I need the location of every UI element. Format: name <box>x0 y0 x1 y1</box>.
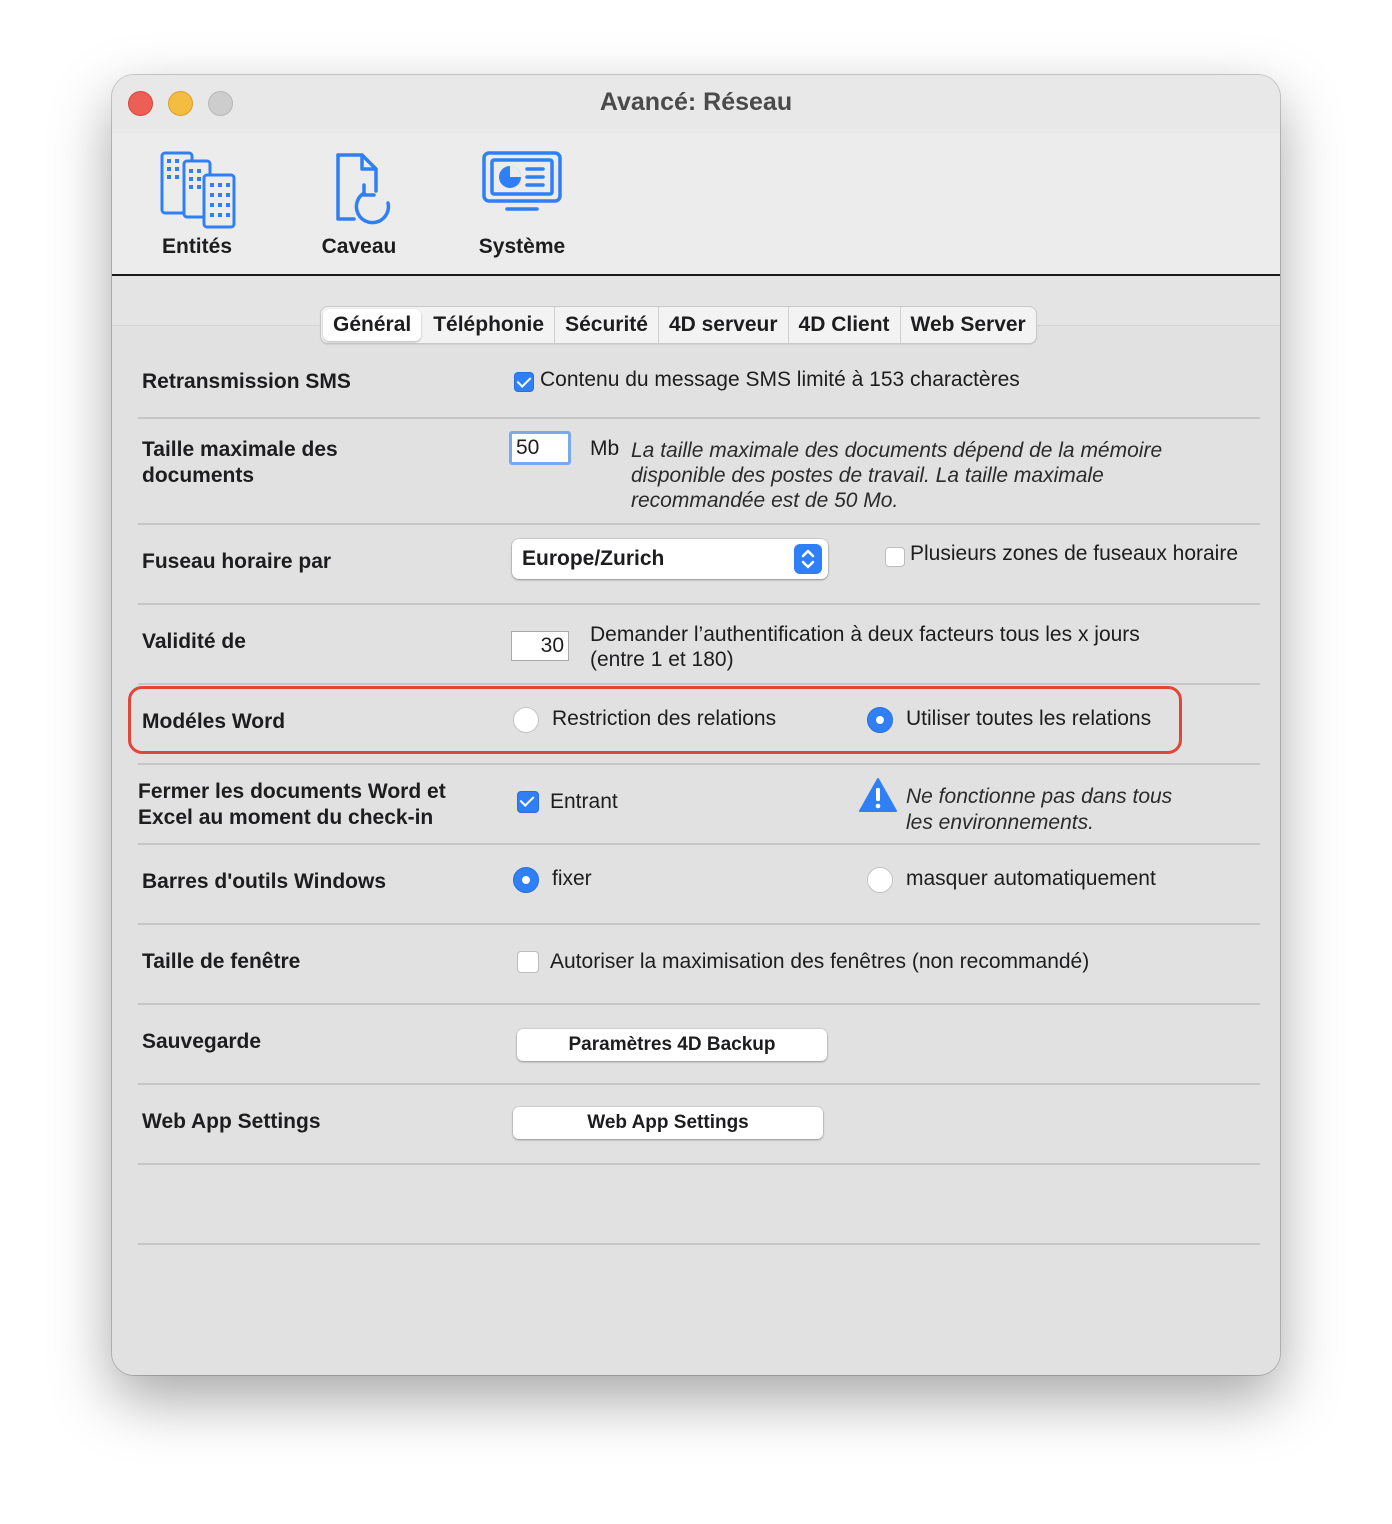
toolbar-item-caveau[interactable]: Caveau <box>289 147 429 259</box>
multi-timezone-checkbox[interactable] <box>885 547 905 567</box>
toolbar-item-systeme[interactable]: Système <box>452 147 592 259</box>
timezone-select[interactable]: Europe/Zurich <box>512 539 828 579</box>
docsize-input[interactable] <box>509 431 571 465</box>
windows-toolbars-label: Barres d'outils Windows <box>142 870 387 893</box>
buildings-icon <box>160 151 236 229</box>
validity-days-input[interactable] <box>511 631 569 661</box>
row-divider <box>138 1003 1260 1005</box>
autohide-toolbar-label: masquer automatiquement <box>906 867 1156 890</box>
tab-general[interactable]: Général <box>323 309 422 341</box>
autohide-toolbar-radio[interactable] <box>867 867 893 893</box>
validity-note-line2: (entre 1 et 180) <box>590 648 734 671</box>
tab-4d-client[interactable]: 4D Client <box>789 307 901 343</box>
row-divider <box>138 523 1260 525</box>
document-sync-icon <box>336 153 391 225</box>
close-docs-label-line1: Fermer les documents Word et <box>138 780 446 803</box>
warning-icon <box>859 778 897 812</box>
tab-telephonie[interactable]: Téléphonie <box>423 307 556 343</box>
toolbar-item-label: Caveau <box>321 235 397 258</box>
tab-bar: Général Téléphonie Sécurité 4D serveur 4… <box>320 306 1037 344</box>
row-divider <box>138 1083 1260 1085</box>
tab-4d-serveur[interactable]: 4D serveur <box>659 307 789 343</box>
validity-label: Validité de <box>142 630 246 653</box>
sms-label: Retransmission SMS <box>142 370 351 393</box>
row-divider <box>138 417 1260 419</box>
toolbar-item-label: Système <box>478 235 566 258</box>
warning-line2: les environnements. <box>906 811 1094 834</box>
tab-securite[interactable]: Sécurité <box>555 307 659 343</box>
validity-note-line1: Demander l’authentification à deux facte… <box>590 623 1140 646</box>
preferences-window: Avancé: Réseau Entités Caveau Système Gé… <box>112 75 1280 1375</box>
docsize-label: Taille maximale des documents <box>142 438 338 487</box>
allow-maximize-label: Autoriser la maximisation des fenêtres (… <box>550 950 1090 973</box>
docsize-unit: Mb <box>590 437 620 460</box>
timezone-selected-value: Europe/Zurich <box>522 547 665 570</box>
incoming-label: Entrant <box>550 790 618 813</box>
sms-limit-label: Contenu du message SMS limité à 153 char… <box>540 368 1020 391</box>
row-divider <box>138 763 1260 765</box>
tab-web-server[interactable]: Web Server <box>901 307 1036 343</box>
warning-line1: Ne fonctionne pas dans tous <box>906 785 1173 808</box>
row-divider <box>138 683 1260 685</box>
backup-settings-button[interactable]: Paramètres 4D Backup <box>517 1029 827 1061</box>
chevron-up-down-icon <box>794 544 822 574</box>
row-divider <box>138 923 1260 925</box>
system-monitor-icon <box>482 151 562 211</box>
timezone-label: Fuseau horaire par <box>142 550 332 573</box>
incoming-checkbox[interactable] <box>517 791 539 813</box>
multi-timezone-label: Plusieurs zones de fuseaux horaire <box>910 542 1239 565</box>
close-docs-label-line2: Excel au moment du check-in <box>138 806 434 829</box>
sms-limit-checkbox[interactable] <box>514 372 534 392</box>
toolbar-item-label: Entités <box>161 235 232 258</box>
backup-label: Sauvegarde <box>142 1030 262 1053</box>
highlight-frame <box>128 686 1182 754</box>
row-divider <box>138 1163 1260 1165</box>
toolbar: Entités Caveau Système <box>112 133 1280 332</box>
docsize-note: La taille maximale des documents dépend … <box>631 439 1163 512</box>
webapp-label: Web App Settings <box>142 1110 321 1133</box>
row-divider <box>138 1243 1260 1245</box>
window-size-label: Taille de fenêtre <box>142 950 301 973</box>
fix-toolbar-radio[interactable] <box>513 867 539 893</box>
window-title: Avancé: Réseau <box>599 88 793 116</box>
toolbar-item-entites[interactable]: Entités <box>127 147 267 259</box>
row-divider <box>138 843 1260 845</box>
row-divider <box>138 603 1260 605</box>
title-bar: Avancé: Réseau <box>112 75 1280 134</box>
allow-maximize-checkbox[interactable] <box>517 951 539 973</box>
fix-toolbar-label: fixer <box>552 867 592 890</box>
webapp-settings-button[interactable]: Web App Settings <box>513 1107 823 1139</box>
